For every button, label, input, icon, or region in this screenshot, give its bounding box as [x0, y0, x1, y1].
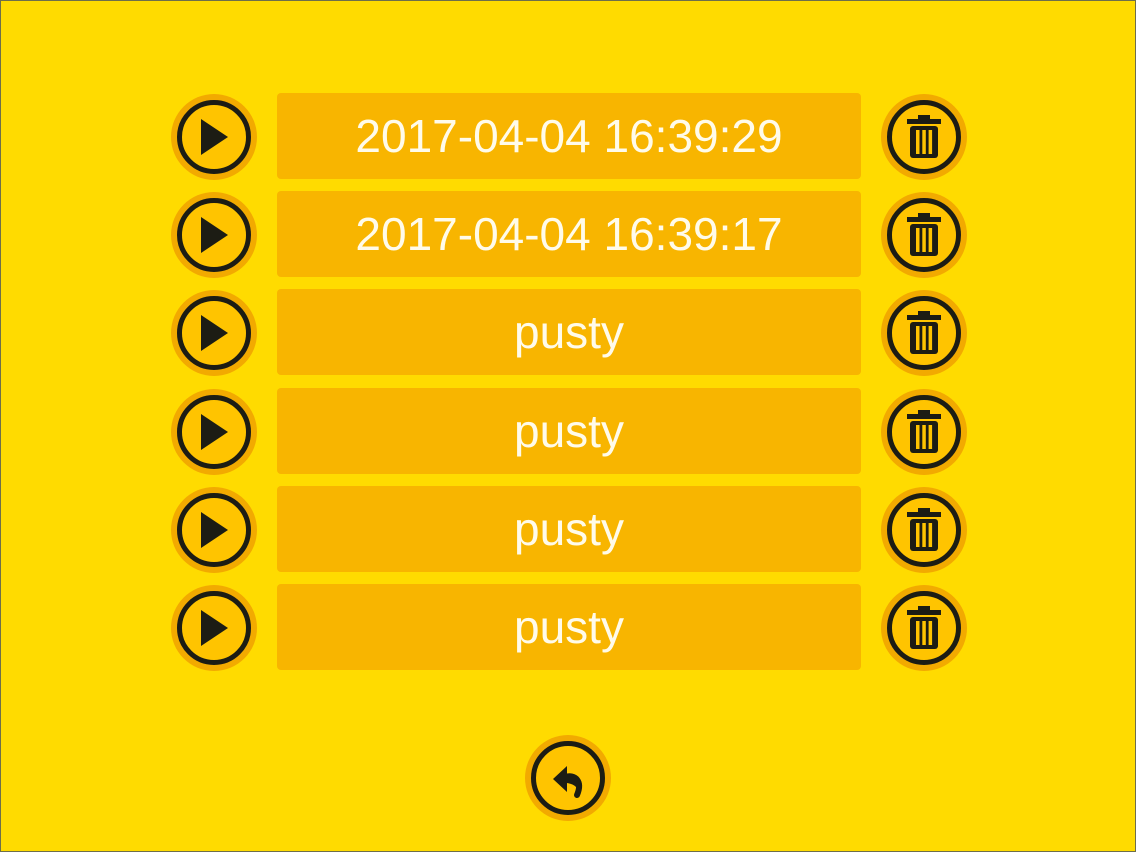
delete-button[interactable] [881, 388, 967, 475]
slot-row: pusty [171, 485, 967, 574]
slot-row: 2017-04-04 16:39:17 [171, 191, 967, 279]
trash-icon [887, 492, 961, 567]
slot-row: pusty [171, 289, 967, 377]
trash-icon [887, 590, 961, 665]
slot-label[interactable]: pusty [277, 583, 861, 670]
slot-row: pusty [171, 583, 967, 672]
delete-button[interactable] [881, 290, 967, 377]
play-icon [177, 100, 251, 174]
delete-button[interactable] [881, 192, 967, 279]
slot-row: 2017-04-04 16:39:29 [171, 93, 967, 181]
play-button[interactable] [171, 192, 257, 279]
slot-label[interactable]: 2017-04-04 16:39:29 [277, 93, 861, 179]
play-button[interactable] [171, 94, 257, 180]
play-icon [177, 394, 251, 469]
slot-label[interactable]: pusty [277, 387, 861, 474]
slot-row: pusty [171, 387, 967, 476]
slot-label[interactable]: 2017-04-04 16:39:17 [277, 191, 861, 278]
play-button[interactable] [171, 486, 257, 573]
trash-icon [887, 100, 961, 174]
trash-icon [887, 394, 961, 469]
trash-icon [887, 296, 961, 371]
play-icon [177, 296, 251, 371]
trash-icon [887, 198, 961, 273]
delete-button[interactable] [881, 94, 967, 180]
slot-label[interactable]: pusty [277, 289, 861, 376]
play-button[interactable] [171, 584, 257, 671]
back-button[interactable] [525, 735, 611, 821]
play-button[interactable] [171, 290, 257, 377]
undo-arrow-icon [531, 741, 605, 815]
play-icon [177, 198, 251, 273]
play-button[interactable] [171, 388, 257, 475]
play-icon [177, 492, 251, 567]
delete-button[interactable] [881, 486, 967, 573]
recording-slots-list: 2017-04-04 16:39:29 2017-04-04 16:39:17 … [171, 93, 967, 682]
play-icon [177, 590, 251, 665]
slot-label[interactable]: pusty [277, 485, 861, 572]
delete-button[interactable] [881, 584, 967, 671]
